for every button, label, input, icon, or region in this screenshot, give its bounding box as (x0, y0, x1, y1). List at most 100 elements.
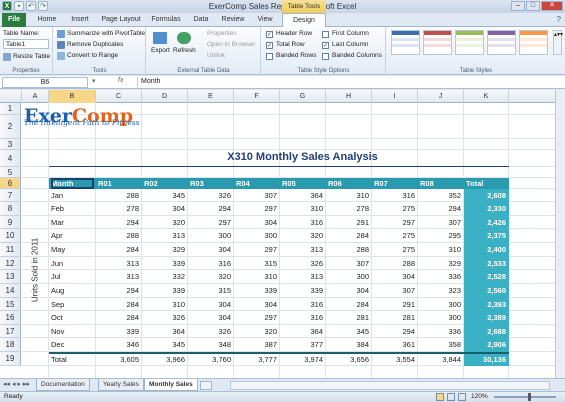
open-in-browser-button[interactable]: Open in Browser (207, 41, 255, 48)
insert-function-icon[interactable]: fx (118, 77, 123, 84)
sales-cell[interactable]: 361 (374, 338, 415, 352)
first-column-checkbox[interactable] (322, 31, 329, 38)
table-header-cell[interactable]: R05 (282, 178, 324, 189)
sales-cell[interactable]: 316 (282, 298, 323, 311)
total-row-checkbox[interactable]: ✓ (266, 42, 273, 49)
sales-cell[interactable]: 387 (236, 338, 277, 352)
resize-table-button[interactable]: Resize Table (13, 53, 50, 60)
sales-cell[interactable]: 313 (282, 243, 323, 257)
help-icon[interactable]: ? (557, 15, 561, 24)
sales-cell[interactable]: 326 (190, 325, 231, 338)
table-header-cell[interactable]: R02 (144, 178, 186, 189)
sales-cell[interactable]: 339 (236, 284, 277, 298)
table-header-cell[interactable]: R03 (190, 178, 232, 189)
table-name-input[interactable]: Table1 (3, 39, 49, 49)
tab-view[interactable]: View (252, 13, 278, 27)
sales-cell[interactable]: 291 (328, 216, 369, 229)
sales-cell[interactable]: 278 (328, 202, 369, 216)
sales-cell[interactable]: 297 (236, 243, 277, 257)
total-cell[interactable]: 2,393 (466, 298, 506, 311)
sales-cell[interactable]: 284 (98, 243, 139, 257)
sales-cell[interactable]: 304 (236, 298, 277, 311)
column-total-cell[interactable]: 30,136 (466, 353, 506, 367)
sales-cell[interactable]: 329 (144, 243, 185, 257)
zoom-level[interactable]: 120% (471, 393, 488, 400)
sales-cell[interactable]: 315 (190, 284, 231, 298)
row-header-10[interactable]: 10 (0, 229, 21, 243)
month-cell[interactable]: Jun (51, 257, 93, 270)
month-cell[interactable]: Jul (51, 270, 93, 284)
table-header-cell[interactable]: R04 (236, 178, 278, 189)
table-header-cell[interactable]: R06 (328, 178, 370, 189)
total-cell[interactable]: 2,906 (466, 338, 506, 352)
normal-view-icon[interactable] (436, 393, 444, 401)
row-header-11[interactable]: 11 (0, 243, 21, 257)
sales-cell[interactable]: 275 (374, 229, 415, 243)
refresh-button[interactable]: Refresh (173, 47, 196, 54)
month-cell[interactable]: May (51, 243, 93, 257)
row-header-9[interactable]: 9 (0, 216, 21, 229)
column-total-cell[interactable]: 3,974 (282, 353, 323, 367)
table-header-cell[interactable]: R01 (98, 178, 140, 189)
sales-cell[interactable]: 304 (190, 298, 231, 311)
sales-cell[interactable]: 320 (236, 325, 277, 338)
sales-cell[interactable]: 345 (144, 338, 185, 352)
page-break-view-icon[interactable] (458, 393, 466, 401)
total-cell[interactable]: 2,330 (466, 202, 506, 216)
sales-cell[interactable]: 275 (374, 202, 415, 216)
row-header-19[interactable]: 19 (0, 352, 21, 366)
sales-cell[interactable]: 304 (328, 284, 369, 298)
sales-cell[interactable]: 310 (328, 189, 369, 202)
header-row-checkbox[interactable]: ✓ (266, 31, 273, 38)
sales-cell[interactable]: 294 (374, 325, 415, 338)
row-header-15[interactable]: 15 (0, 298, 21, 311)
column-total-cell[interactable]: 3,844 (420, 353, 461, 367)
sales-cell[interactable]: 304 (236, 216, 277, 229)
vertical-scrollbar[interactable] (555, 90, 565, 378)
sales-cell[interactable]: 275 (374, 243, 415, 257)
sheet-tab-documentation[interactable]: Documentation (36, 379, 90, 391)
row-header-2[interactable]: 2 (0, 115, 21, 139)
tab-insert[interactable]: Insert (64, 13, 96, 27)
row-header-3[interactable]: 3 (0, 139, 21, 150)
row-header-7[interactable]: 7 (0, 189, 21, 202)
tab-home[interactable]: Home (32, 13, 62, 27)
sales-cell[interactable]: 345 (144, 189, 185, 202)
sales-cell[interactable]: 364 (144, 325, 185, 338)
worksheet-grid[interactable]: ABCDEFGHIJK 1 2 3 4 5 6 7 8 9 10 11 12 13 14 15 16 17 18 1… (0, 90, 555, 378)
sales-cell[interactable]: 278 (98, 202, 139, 216)
sheet-tab-yearly-sales[interactable]: Yearly Sales (98, 379, 144, 391)
sales-cell[interactable]: 326 (282, 257, 323, 270)
sales-cell[interactable]: 377 (282, 338, 323, 352)
sales-cell[interactable]: 352 (420, 189, 461, 202)
unlink-button[interactable]: Unlink (207, 52, 225, 59)
total-cell[interactable]: 2,426 (466, 216, 506, 229)
export-button[interactable]: Export (151, 47, 170, 54)
sales-cell[interactable]: 304 (190, 311, 231, 325)
month-cell[interactable]: Feb (51, 202, 93, 216)
sales-cell[interactable]: 304 (144, 202, 185, 216)
total-cell[interactable]: 2,533 (466, 257, 506, 270)
sales-cell[interactable]: 288 (98, 229, 139, 243)
column-total-cell[interactable]: 3,966 (144, 353, 185, 367)
sales-cell[interactable]: 300 (420, 311, 461, 325)
column-total-cell[interactable]: 3,760 (190, 353, 231, 367)
sales-cell[interactable]: 384 (328, 338, 369, 352)
row-header-4[interactable]: 4 (0, 150, 21, 167)
row-header-5[interactable]: 5 (0, 167, 21, 178)
sales-cell[interactable]: 284 (328, 298, 369, 311)
sales-cell[interactable]: 320 (144, 216, 185, 229)
row-header-8[interactable]: 8 (0, 202, 21, 216)
row-header-16[interactable]: 16 (0, 311, 21, 325)
sales-cell[interactable]: 316 (282, 216, 323, 229)
total-cell[interactable]: 2,528 (466, 270, 506, 284)
sales-cell[interactable]: 297 (374, 216, 415, 229)
namebox-dropdown-icon[interactable]: ▾ (92, 77, 96, 85)
sales-cell[interactable]: 300 (328, 270, 369, 284)
sales-cell[interactable]: 323 (420, 284, 461, 298)
tab-review[interactable]: Review (216, 13, 250, 27)
insert-sheet-icon[interactable] (200, 381, 212, 390)
maximize-button[interactable]: □ (526, 1, 540, 11)
sales-cell[interactable]: 307 (236, 189, 277, 202)
total-cell[interactable]: 2,608 (466, 189, 506, 202)
